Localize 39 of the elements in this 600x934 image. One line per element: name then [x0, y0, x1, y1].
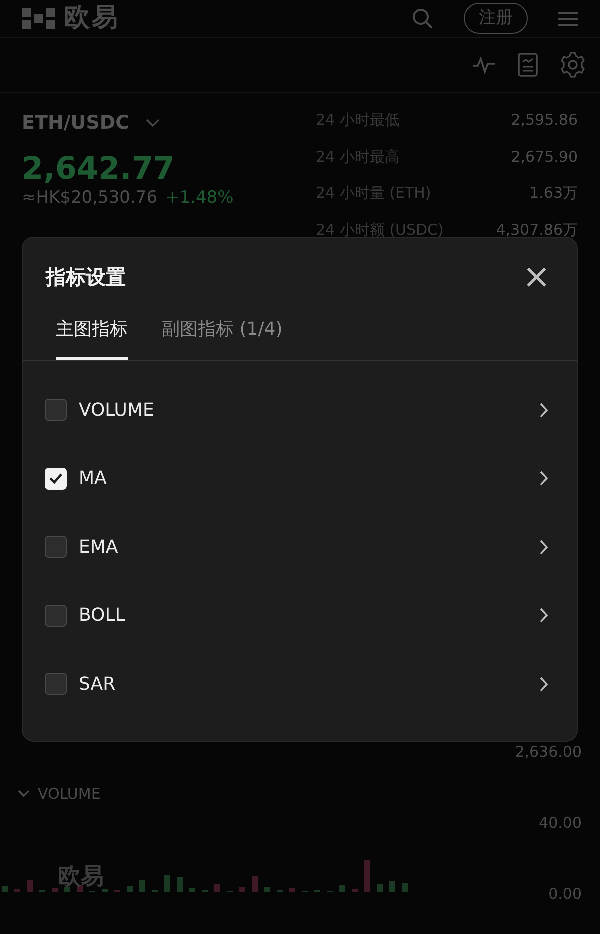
checkbox[interactable] [45, 536, 67, 558]
price-change: +1.48% [166, 186, 234, 210]
checkbox[interactable] [45, 399, 67, 422]
settings-icon[interactable] [560, 52, 586, 78]
close-button[interactable]: × [522, 260, 551, 294]
axis-label: 0.00 [548, 884, 582, 905]
price-axis-label: 2,636.00 [515, 742, 582, 763]
indicator-icon[interactable] [472, 56, 496, 74]
chevron-right-icon [540, 471, 549, 486]
dialog-title: 指标设置 [46, 264, 126, 291]
stat-value: 2,675.90 [511, 146, 578, 168]
stat-value: 2,595.86 [511, 110, 578, 131]
indicator-row[interactable]: EMA [23, 513, 577, 582]
indicator-row[interactable]: VOLUME [23, 376, 577, 444]
check-icon [49, 473, 63, 484]
chevron-right-icon [540, 402, 549, 418]
indicator-row[interactable]: SAR [23, 650, 577, 718]
axis-label: 40.00 [539, 813, 582, 834]
stat-value: 4,307.86万 [496, 220, 578, 240]
indicator-row[interactable]: MA [23, 444, 577, 513]
tab[interactable]: 主图指标 [56, 310, 128, 360]
chevron-down-icon[interactable] [18, 790, 30, 798]
tab[interactable]: 副图指标 (1/4) [162, 310, 283, 360]
volume-title: VOLUME [38, 784, 101, 805]
converted-price: ≈HK$20,530.76 [22, 186, 158, 210]
chevron-right-icon [540, 676, 549, 692]
logo-text: 欧易 [64, 2, 120, 35]
checkbox[interactable] [45, 604, 67, 627]
logo-icon [22, 8, 56, 30]
last-price: 2,642.77 [22, 152, 176, 186]
indicator-row[interactable]: BOLL [23, 582, 577, 650]
stat-value: 1.63万 [530, 183, 578, 204]
chevron-right-icon [540, 608, 549, 624]
document-icon[interactable] [518, 53, 538, 77]
chevron-right-icon [540, 540, 549, 555]
chevron-down-icon[interactable] [146, 119, 160, 128]
search-icon[interactable] [412, 8, 434, 30]
menu-icon[interactable] [558, 10, 578, 26]
checkbox[interactable] [45, 673, 67, 696]
